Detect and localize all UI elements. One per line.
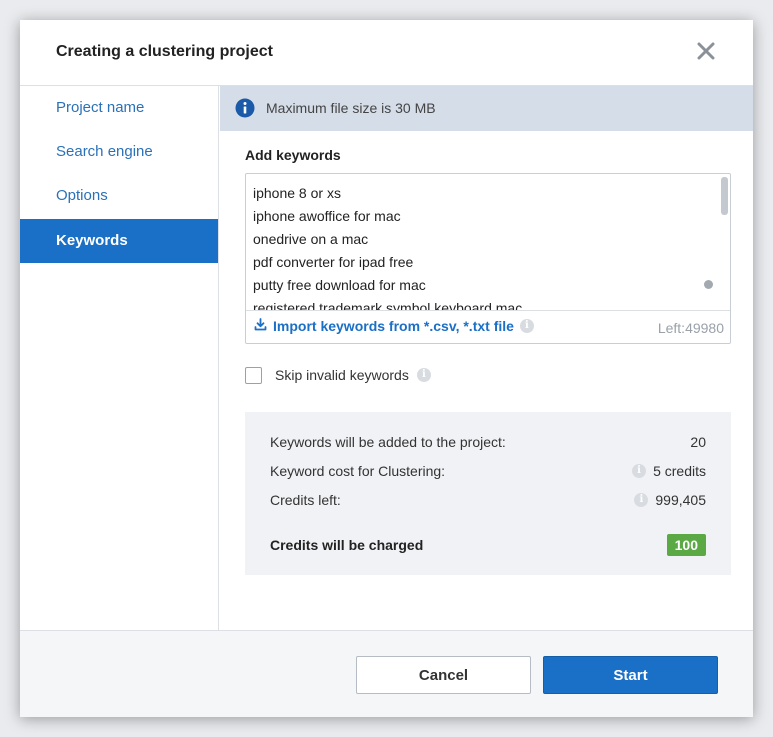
dialog-header: Creating a clustering project (20, 20, 753, 86)
dialog-title: Creating a clustering project (56, 43, 273, 60)
keywords-textarea[interactable]: iphone 8 or xs iphone awoffice for mac o… (245, 173, 731, 344)
skip-invalid-row: Skip invalid keywords i (245, 365, 431, 385)
summary-label: Keyword cost for Clustering: (270, 463, 446, 479)
clustering-project-dialog: Creating a clustering project Project na… (20, 20, 753, 717)
start-button[interactable]: Start (543, 656, 718, 694)
sidebar-item-project-name[interactable]: Project name (20, 86, 218, 130)
import-keywords-label: Import keywords from *.csv, *.txt file (273, 318, 514, 334)
summary-value-wrap: i 5 credits (632, 463, 706, 479)
keyword-line: pdf converter for ipad free (253, 254, 414, 270)
keywords-left-count: Left:49980 (657, 320, 724, 336)
summary-panel: Keywords will be added to the project: 2… (245, 412, 731, 575)
add-keywords-label: Add keywords (245, 147, 341, 163)
info-icon (235, 98, 255, 118)
resize-dot-icon (704, 280, 713, 289)
info-icon[interactable]: i (634, 493, 649, 507)
summary-row: Keyword cost for Clustering: i 5 credits (270, 461, 706, 481)
summary-value: 5 credits (653, 463, 706, 479)
info-text: Maximum file size is 30 MB (266, 100, 436, 116)
summary-label: Credits left: (270, 492, 341, 508)
sidebar-item-search-engine[interactable]: Search engine (20, 130, 218, 174)
keyword-line: putty free download for mac (253, 277, 426, 293)
info-icon[interactable]: i (632, 464, 647, 478)
sidebar-item-keywords[interactable]: Keywords (20, 219, 218, 263)
summary-value-wrap: i 999,405 (634, 492, 706, 508)
sidebar-item-options[interactable]: Options (20, 174, 218, 218)
summary-value: 999,405 (655, 492, 706, 508)
keyword-line: registered trademark symbol keyboard mac (253, 300, 523, 310)
keywords-list[interactable]: iphone 8 or xs iphone awoffice for mac o… (253, 182, 713, 310)
keyword-line: iphone awoffice for mac (253, 208, 401, 224)
info-bar: Maximum file size is 30 MB (220, 86, 753, 131)
scrollbar-thumb[interactable] (721, 177, 728, 215)
summary-row-charged: Credits will be charged 100 (270, 532, 706, 558)
keyword-line: onedrive on a mac (253, 231, 369, 247)
cancel-button[interactable]: Cancel (356, 656, 531, 694)
keyword-line: iphone 8 or xs (253, 185, 341, 201)
sidebar: Project name Search engine Options Keywo… (20, 86, 219, 630)
summary-value: 20 (690, 434, 706, 450)
info-icon[interactable]: i (416, 368, 431, 382)
info-icon[interactable]: i (519, 319, 534, 333)
scrollbar[interactable] (721, 175, 729, 309)
charged-badge: 100 (666, 534, 706, 556)
keywords-footer: Import keywords from *.csv, *.txt file i… (246, 310, 730, 343)
skip-invalid-label[interactable]: Skip invalid keywords (275, 367, 409, 383)
skip-invalid-checkbox[interactable] (245, 366, 262, 384)
summary-label: Keywords will be added to the project: (270, 434, 506, 450)
summary-row: Keywords will be added to the project: 2… (270, 432, 706, 452)
close-icon[interactable] (697, 42, 715, 60)
download-icon (254, 318, 267, 334)
import-keywords-link[interactable]: Import keywords from *.csv, *.txt file i (254, 318, 534, 334)
charged-label: Credits will be charged (270, 537, 424, 553)
summary-row: Credits left: i 999,405 (270, 490, 706, 510)
dialog-footer: Cancel Start (20, 630, 753, 717)
